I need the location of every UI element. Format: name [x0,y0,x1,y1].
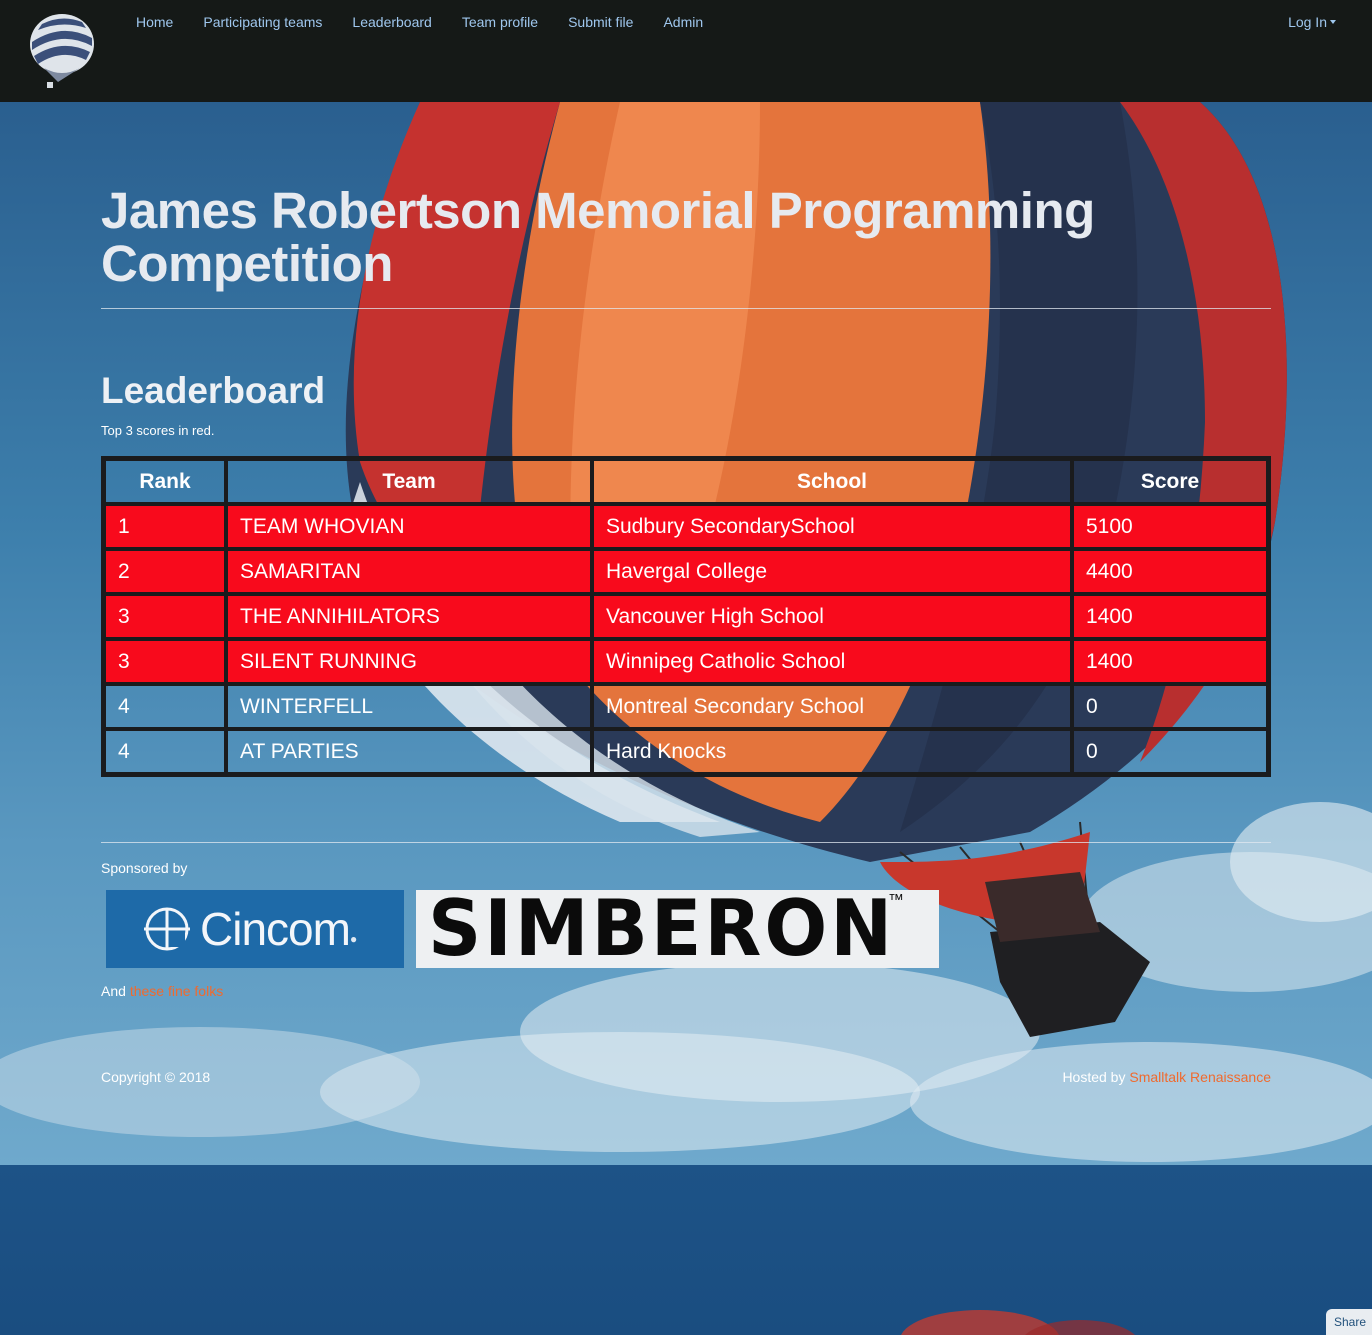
column-header-school: School [592,459,1072,504]
table-row: 1 TEAM WHOVIAN Sudbury SecondarySchool 5… [104,504,1268,549]
lower-background [0,1165,1372,1335]
cell-rank: 4 [104,729,226,774]
cincom-globe-icon [144,907,190,951]
top-navbar: Home Participating teams Leaderboard Tea… [0,0,1372,102]
login-label: Log In [1288,14,1327,30]
copyright-text: Copyright © 2018 [101,1069,211,1085]
cell-score: 5100 [1072,504,1268,549]
sponsored-label: Sponsored by [101,860,188,876]
column-header-team: Team [226,459,592,504]
leaderboard-note: Top 3 scores in red. [101,423,215,438]
hosted-prefix: Hosted by [1062,1069,1130,1085]
simberon-logo[interactable]: SIMBERON ™ [416,890,939,968]
nav-admin[interactable]: Admin [663,14,703,30]
cell-rank: 3 [104,639,226,684]
table-row: 2 SAMARITAN Havergal College 4400 [104,549,1268,594]
trademark-mark: ™ [888,892,904,909]
cell-score: 1400 [1072,639,1268,684]
nav-participating-teams[interactable]: Participating teams [203,14,322,30]
leaderboard-heading: Leaderboard [101,370,326,411]
registered-mark: ● [349,932,358,946]
table-row: 4 WINTERFELL Montreal Secondary School 0 [104,684,1268,729]
nav-team-profile[interactable]: Team profile [462,14,538,30]
table-row: 4 AT PARTIES Hard Knocks 0 [104,729,1268,774]
and-prefix: And [101,983,130,999]
cell-rank: 4 [104,684,226,729]
cell-score: 1400 [1072,594,1268,639]
cell-school: Hard Knocks [592,729,1072,774]
additional-sponsors: And these fine folks [101,983,223,999]
cell-school: Winnipeg Catholic School [592,639,1072,684]
nav-home[interactable]: Home [136,14,173,30]
balloon-logo-icon[interactable] [28,12,96,90]
table-row: 3 SILENT RUNNING Winnipeg Catholic Schoo… [104,639,1268,684]
share-button[interactable]: Share [1325,1309,1372,1335]
cell-score: 4400 [1072,549,1268,594]
cell-score: 0 [1072,684,1268,729]
cincom-wordmark: Cincom [200,903,351,955]
cell-school: Vancouver High School [592,594,1072,639]
column-header-rank: Rank [104,459,226,504]
cell-school: Sudbury SecondarySchool [592,504,1072,549]
cell-team: AT PARTIES [226,729,592,774]
cell-rank: 1 [104,504,226,549]
table-row: 3 THE ANNIHILATORS Vancouver High School… [104,594,1268,639]
divider [101,842,1271,843]
cell-team: TEAM WHOVIAN [226,504,592,549]
caret-down-icon [1330,20,1336,24]
cell-team: SAMARITAN [226,549,592,594]
cell-school: Havergal College [592,549,1072,594]
column-header-score: Score [1072,459,1268,504]
nav-leaderboard[interactable]: Leaderboard [352,14,431,30]
cell-rank: 3 [104,594,226,639]
cell-school: Montreal Secondary School [592,684,1072,729]
cell-team: WINTERFELL [226,684,592,729]
cell-rank: 2 [104,549,226,594]
cell-team: SILENT RUNNING [226,639,592,684]
hosted-by: Hosted by Smalltalk Renaissance [1062,1069,1271,1085]
cincom-logo[interactable]: Cincom ● [106,890,404,968]
divider [101,308,1271,309]
cell-score: 0 [1072,729,1268,774]
leaderboard-table: Rank Team School Score 1 TEAM WHOVIAN Su… [101,456,1271,777]
table-header-row: Rank Team School Score [104,459,1268,504]
login-dropdown[interactable]: Log In [1288,14,1336,30]
fine-folks-link[interactable]: these fine folks [130,983,223,999]
page-title: James Robertson Memorial Programming Com… [101,182,1095,292]
smalltalk-renaissance-link[interactable]: Smalltalk Renaissance [1129,1069,1271,1085]
nav-submit-file[interactable]: Submit file [568,14,633,30]
simberon-wordmark: SIMBERON [428,890,896,968]
cell-team: THE ANNIHILATORS [226,594,592,639]
